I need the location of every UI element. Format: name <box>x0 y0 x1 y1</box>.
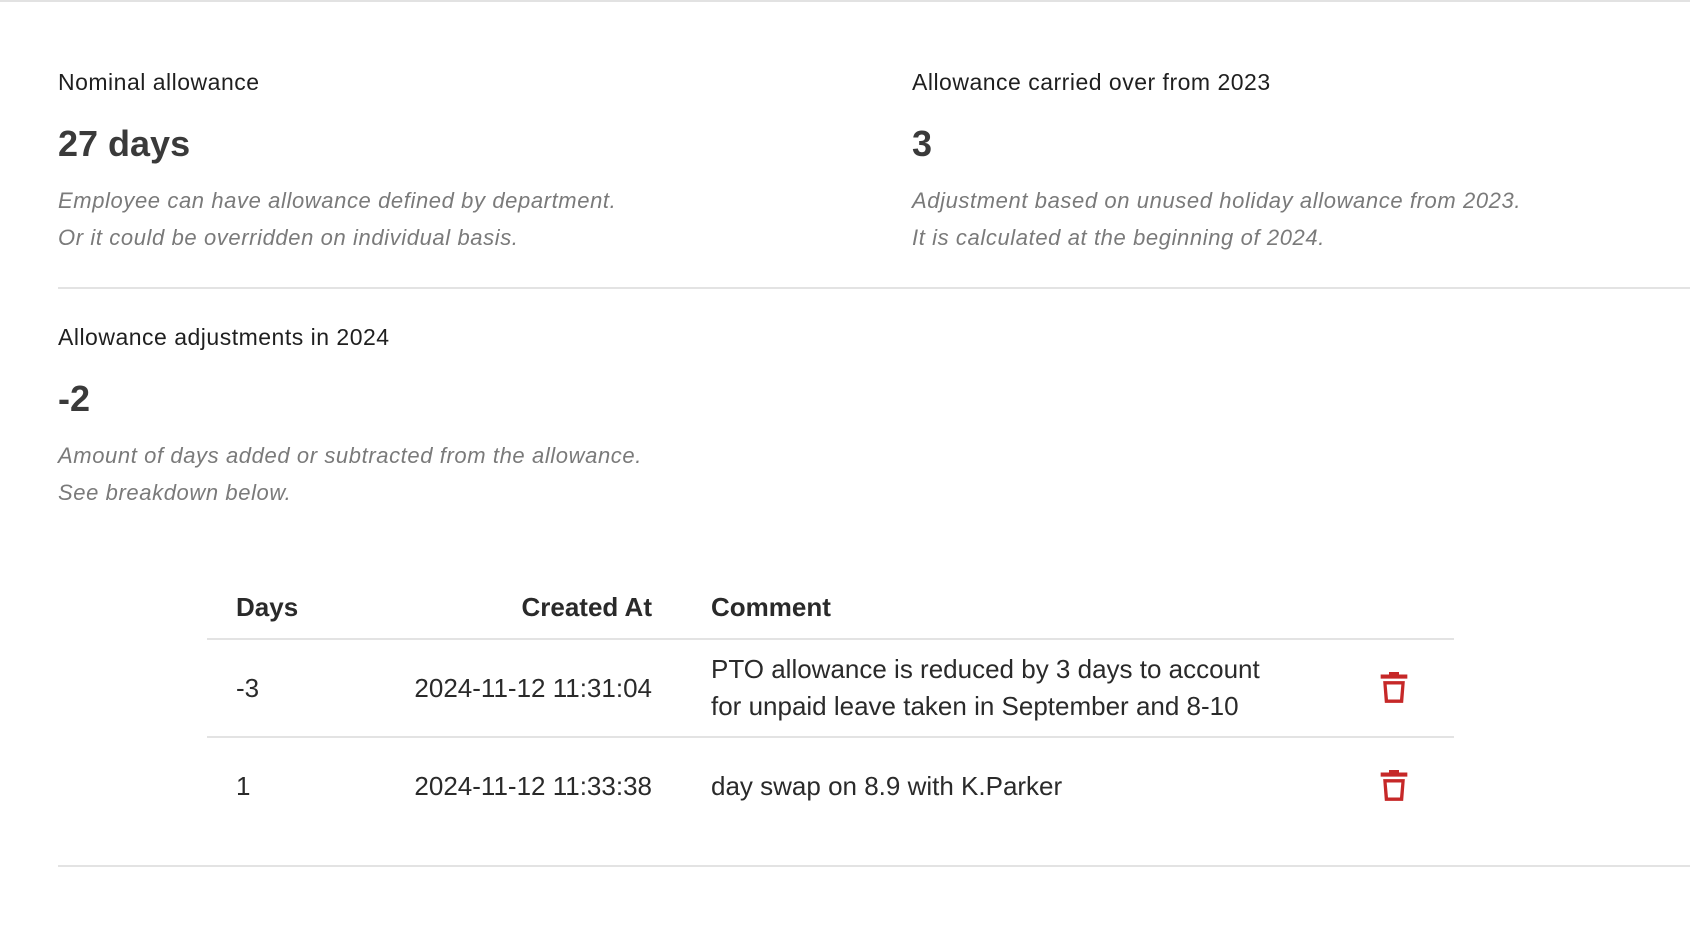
adjustments-hint-line2: See breakdown below. <box>58 480 292 505</box>
adjustments-table: Days Created At Comment -3 2024-11-12 11… <box>207 576 1454 834</box>
trash-icon <box>1380 769 1407 801</box>
nominal-allowance-hint: Employee can have allowance defined by d… <box>58 182 616 256</box>
delete-adjustment-button[interactable] <box>1374 667 1414 707</box>
section-divider <box>58 287 1690 289</box>
delete-adjustment-button[interactable] <box>1374 765 1414 805</box>
cell-comment: PTO allowance is reduced by 3 days to ac… <box>711 639 1321 738</box>
column-header-days: Days <box>207 576 379 640</box>
column-header-comment: Comment <box>711 576 1321 640</box>
allowance-breakdown-page: Nominal allowance 27 days Employee can h… <box>0 0 1690 946</box>
adjustments-hint: Amount of days added or subtracted from … <box>58 437 642 511</box>
carried-over-hint: Adjustment based on unused holiday allow… <box>912 182 1521 256</box>
column-header-created-at: Created At <box>379 576 652 640</box>
carried-over-hint-line2: It is calculated at the beginning of 202… <box>912 225 1325 250</box>
column-header-actions <box>1321 576 1454 640</box>
cell-days: 1 <box>236 770 251 801</box>
table-header-row: Days Created At Comment <box>207 576 1454 640</box>
cell-spacer <box>652 639 711 738</box>
nominal-allowance-label: Nominal allowance <box>58 69 260 95</box>
cell-created-at: 2024-11-12 11:31:04 <box>379 639 652 738</box>
cell-comment-line1: PTO allowance is reduced by 3 days to ac… <box>711 654 1260 684</box>
nominal-allowance-hint-line2: Or it could be overridden on individual … <box>58 225 519 250</box>
carried-over-hint-line1: Adjustment based on unused holiday allow… <box>912 188 1522 213</box>
adjustments-value: -2 <box>58 378 91 419</box>
cell-days: -3 <box>207 639 379 738</box>
nominal-allowance-hint-line1: Employee can have allowance defined by d… <box>58 188 617 213</box>
cell-comment: day swap on 8.9 with K.Parker <box>711 770 1063 801</box>
trash-icon <box>1380 671 1407 703</box>
table-row: -3 2024-11-12 11:31:04 PTO allowance is … <box>207 639 1454 738</box>
carried-over-label: Allowance carried over from 2023 <box>912 69 1271 95</box>
nominal-allowance-value: 27 days <box>58 123 191 164</box>
column-spacer <box>652 576 711 640</box>
carried-over-value: 3 <box>912 123 933 164</box>
cell-spacer <box>652 737 711 834</box>
cell-actions <box>1321 737 1454 834</box>
adjustments-label: Allowance adjustments in 2024 <box>58 324 390 350</box>
cell-created-at: 2024-11-12 11:33:38 <box>414 770 652 801</box>
adjustments-hint-line1: Amount of days added or subtracted from … <box>58 443 642 468</box>
cell-comment-line2: for unpaid leave taken in September and … <box>711 691 1239 721</box>
bottom-divider <box>58 865 1690 867</box>
table-row: 1 2024-11-12 11:33:38 day swap on 8.9 wi… <box>207 737 1454 834</box>
cell-actions <box>1321 639 1454 738</box>
